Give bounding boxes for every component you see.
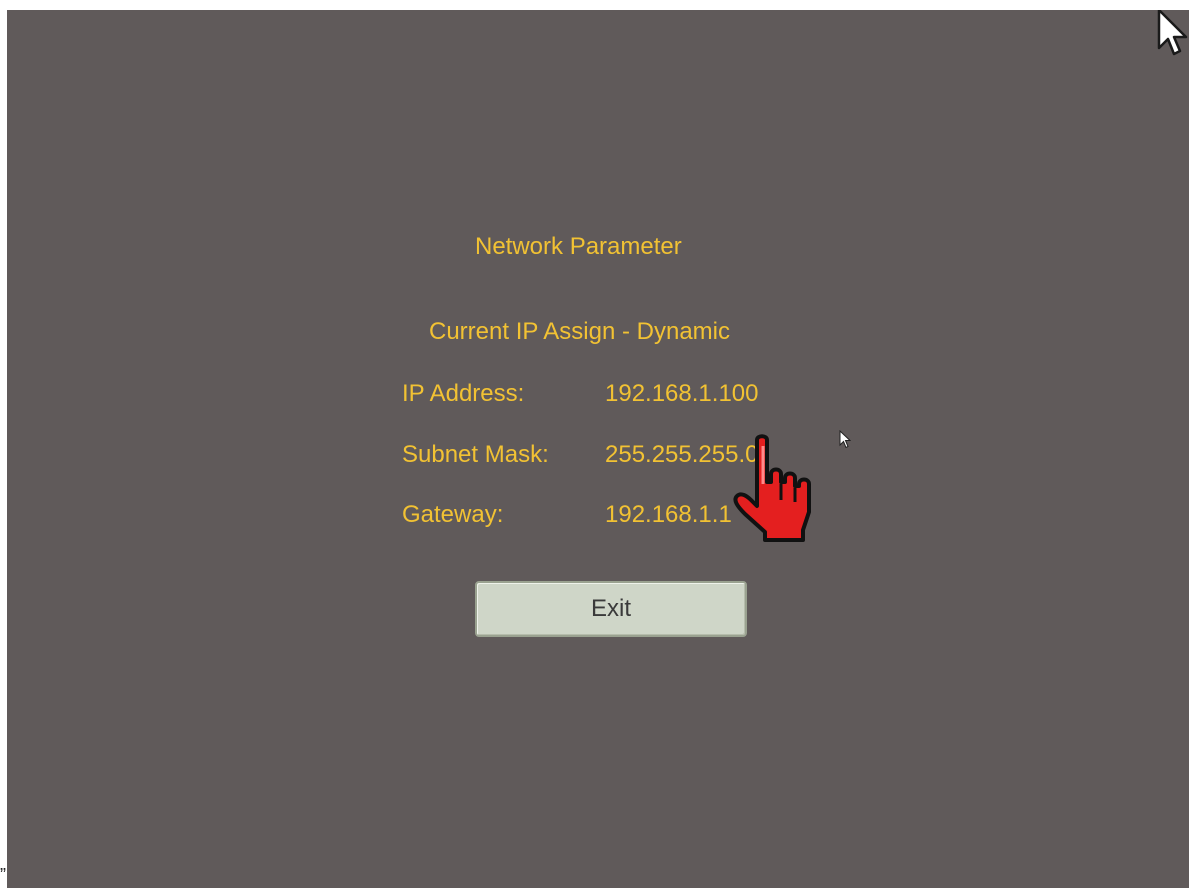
gateway-value: 192.168.1.1 [605,501,732,528]
exit-button[interactable]: Exit [475,581,747,637]
stray-quote-mark: ” [0,865,6,885]
ip-address-value: 192.168.1.100 [605,380,759,407]
page-title: Network Parameter [475,233,682,260]
gateway-label: Gateway: [402,501,504,528]
pointing-hand-icon [733,434,811,542]
subnet-mask-label: Subnet Mask: [402,441,549,468]
arrow-pointer-icon [1157,10,1188,56]
network-parameter-screen: Network Parameter Current IP Assign - Dy… [7,10,1189,888]
ip-assign-status: Current IP Assign - Dynamic [429,318,730,345]
arrow-pointer-icon [839,430,851,449]
ip-address-label: IP Address: [402,380,525,407]
